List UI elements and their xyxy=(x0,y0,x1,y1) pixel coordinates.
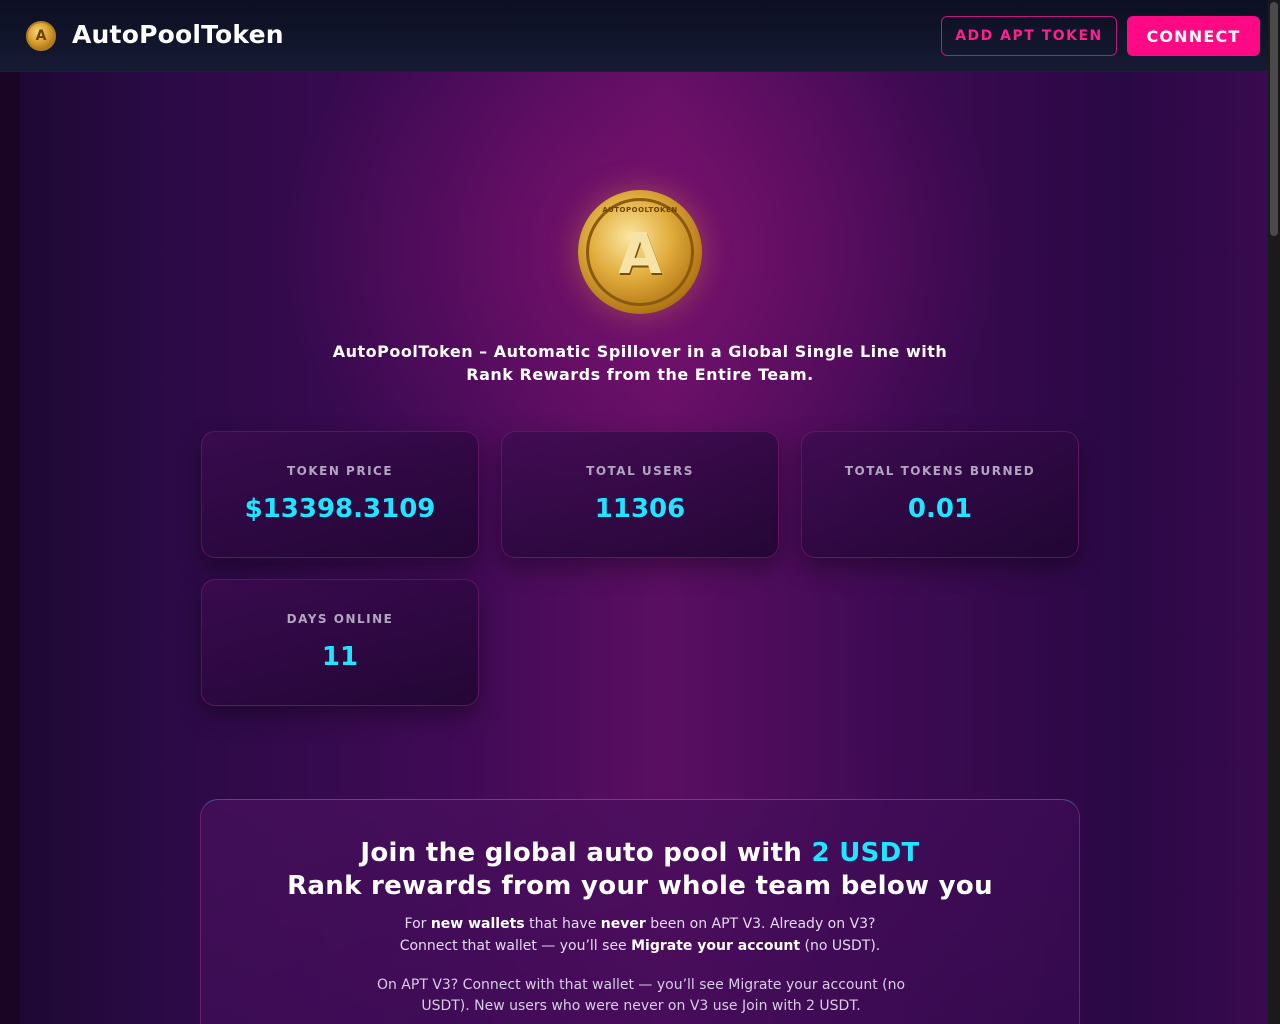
join-desc-line-2: Connect that wallet — you’ll see Migrate… xyxy=(201,935,1079,957)
join-migration-note: On APT V3? Connect with that wallet — yo… xyxy=(376,977,906,1014)
stat-card-token-price: TOKEN PRICE $13398.3109 xyxy=(201,431,479,558)
desc-bold: Migrate your account xyxy=(631,938,801,954)
stat-label: TOKEN PRICE xyxy=(286,464,394,478)
tagline-line-2: Rank Rewards from the Entire Team. xyxy=(466,365,814,384)
join-description: For new wallets that have never been on … xyxy=(201,913,1079,957)
left-edge-strip xyxy=(0,72,20,1024)
join-title-line-1: Join the global auto pool with 2 USDT xyxy=(201,837,1079,870)
desc-text: that have xyxy=(524,916,601,932)
stat-card-tokens-burned: TOTAL TOKENS BURNED 0.01 xyxy=(801,431,1079,558)
scrollbar-thumb[interactable] xyxy=(1270,2,1278,236)
brand-name[interactable]: AutoPoolToken xyxy=(72,20,284,49)
stat-value: 0.01 xyxy=(907,494,973,524)
stat-label: TOTAL USERS xyxy=(586,464,694,478)
desc-bold: never xyxy=(600,916,646,932)
desc-text: Connect that wallet — you’ll see xyxy=(399,938,632,954)
stat-value: $13398.3109 xyxy=(244,494,436,524)
hero-tagline: AutoPoolToken – Automatic Spillover in a… xyxy=(300,340,980,386)
desc-text: been on APT V3. Already on V3? xyxy=(645,916,876,932)
join-desc-line-1: For new wallets that have never been on … xyxy=(201,913,1079,935)
join-title-line-2: Rank rewards from your whole team below … xyxy=(287,871,993,901)
stat-label: DAYS ONLINE xyxy=(286,612,394,626)
stat-card-total-users: TOTAL USERS 11306 xyxy=(501,431,779,558)
stat-value: 11 xyxy=(321,642,359,672)
top-navbar: A AutoPoolToken ADD APT TOKEN CONNECT xyxy=(0,0,1268,72)
join-amount: 2 USDT xyxy=(811,838,920,868)
connect-button[interactable]: CONNECT xyxy=(1127,16,1260,56)
coin-letter-icon: A xyxy=(618,222,662,287)
apt-coin-logo: AUTOPOOLTOKEN A xyxy=(578,190,702,314)
brand-logo-icon[interactable]: A xyxy=(26,21,56,51)
join-pool-card: Join the global auto pool with 2 USDT Ra… xyxy=(200,799,1080,1024)
add-apt-token-button[interactable]: ADD APT TOKEN xyxy=(941,16,1117,56)
tagline-line-1: AutoPoolToken – Automatic Spillover in a… xyxy=(332,342,948,361)
desc-text: For xyxy=(404,916,431,932)
join-title-prefix: Join the global auto pool with xyxy=(360,838,812,868)
join-title: Join the global auto pool with 2 USDT Ra… xyxy=(201,837,1079,903)
desc-bold: new wallets xyxy=(430,916,525,932)
stat-label: TOTAL TOKENS BURNED xyxy=(844,464,1036,478)
stat-value: 11306 xyxy=(594,494,686,524)
coin-inscription: AUTOPOOLTOKEN xyxy=(602,206,678,214)
desc-text: (no USDT). xyxy=(800,938,881,954)
stat-card-days-online: DAYS ONLINE 11 xyxy=(201,579,479,706)
